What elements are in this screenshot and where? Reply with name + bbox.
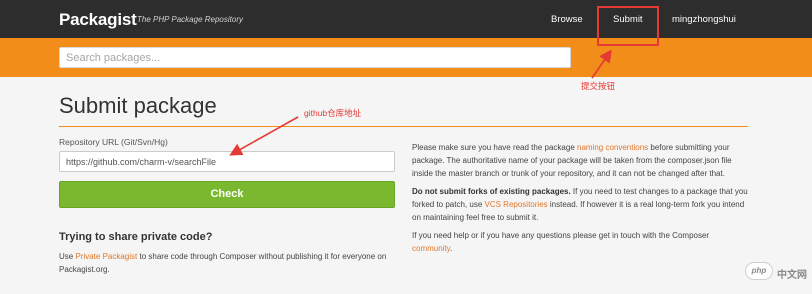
help-text-after: . [450,244,453,253]
watermark-text: 中文网 [777,270,807,281]
github-annotation-note: github仓库地址 [304,108,362,118]
repository-url-input[interactable] [59,151,395,172]
help-paragraph: If you need help or if you have any ques… [412,229,750,255]
private-code-heading: Trying to share private code? [59,231,213,243]
site-logo[interactable]: Packagist [59,10,137,30]
forks-warning: Do not submit forks of existing packages… [412,187,571,196]
info-column: Please make sure you have read the packa… [412,141,750,260]
submit-highlight-box [597,6,659,46]
page-title: Submit package [59,93,217,118]
top-navbar: Packagist The PHP Package Repository Bro… [0,0,812,38]
php-cn-watermark: php 中文网 [745,256,809,288]
forks-paragraph: Do not submit forks of existing packages… [412,185,750,224]
site-tagline: The PHP Package Repository [137,15,243,24]
title-divider [59,126,748,127]
search-band [0,38,812,77]
nav-browse-link[interactable]: Browse [551,14,583,25]
private-code-text: Use Private Packagist to share code thro… [59,250,399,276]
private-text-before: Use [59,252,76,261]
submit-annotation-note: 提交按钮 [581,81,616,91]
private-packagist-link[interactable]: Private Packagist [75,252,137,261]
naming-text-before: Please make sure you have read the packa… [412,143,577,152]
help-text-before: If you need help or if you have any ques… [412,231,710,240]
community-link[interactable]: community [412,244,450,253]
search-input[interactable] [59,47,571,68]
naming-paragraph: Please make sure you have read the packa… [412,141,750,180]
check-button[interactable]: Check [59,181,395,208]
vcs-repositories-link[interactable]: VCS Repositories [485,200,548,209]
github-arrow [229,116,299,156]
naming-conventions-link[interactable]: naming conventions [577,143,648,152]
repository-url-label: Repository URL (Git/Svn/Hg) [59,137,168,147]
php-logo-icon: php [745,262,773,280]
nav-user-link[interactable]: mingzhongshui [672,14,736,25]
